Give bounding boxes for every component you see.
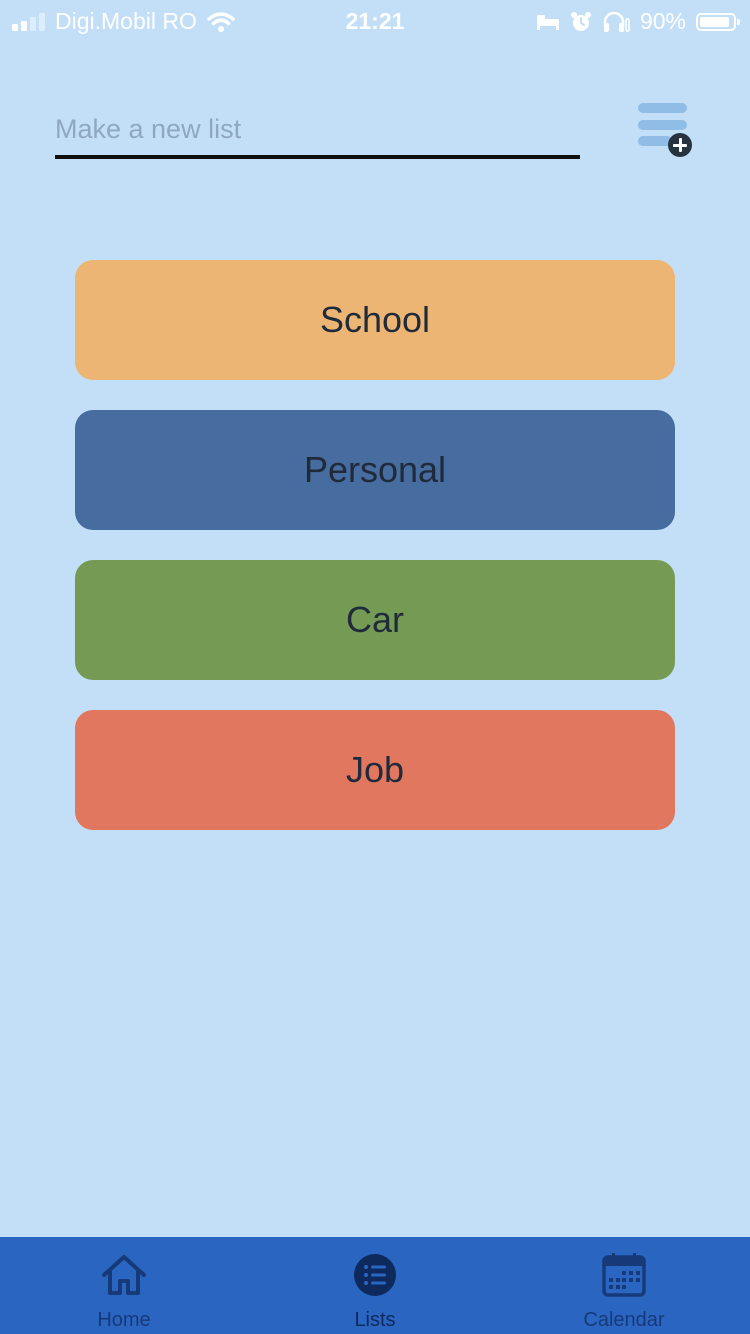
status-right: 90%: [536, 8, 740, 35]
battery-percent: 90%: [639, 8, 686, 34]
tab-lists[interactable]: Lists: [295, 1237, 455, 1334]
list-label: Personal: [303, 449, 447, 490]
bed-icon: [536, 14, 559, 30]
tab-home[interactable]: Home: [44, 1237, 204, 1334]
tab-bar: Home Lists Calendar: [0, 1237, 750, 1334]
tab-calendar[interactable]: Calendar: [544, 1237, 704, 1334]
signal-icon: [12, 12, 45, 31]
list-button-personal[interactable]: Personal: [75, 410, 675, 530]
tab-label: Home: [97, 1309, 151, 1331]
status-time: 21:21: [345, 8, 405, 34]
list-icon: [354, 1254, 396, 1296]
list-button-car[interactable]: Car: [75, 560, 675, 680]
status-bar: Digi.Mobil RO 21:21 90%: [0, 0, 750, 40]
battery-icon: [696, 12, 740, 31]
list-label: Car: [345, 599, 404, 640]
tab-label: Calendar: [583, 1309, 665, 1331]
wifi-icon: [207, 11, 235, 32]
home-icon: [102, 1255, 146, 1295]
add-list-button[interactable]: [630, 98, 700, 162]
status-left: Digi.Mobil RO: [12, 8, 235, 35]
headphones-icon: [603, 11, 630, 32]
new-list-input[interactable]: [55, 103, 580, 159]
list-button-school[interactable]: School: [75, 260, 675, 380]
calendar-icon: [602, 1253, 646, 1297]
battery-level: [700, 16, 729, 27]
list-label: Job: [345, 749, 405, 790]
add-list-icon: [638, 103, 692, 157]
tab-label: Lists: [354, 1309, 396, 1331]
list-button-job[interactable]: Job: [75, 710, 675, 830]
list-label: School: [319, 299, 431, 340]
carrier-name: Digi.Mobil RO: [55, 8, 197, 34]
alarm-icon: [570, 11, 591, 31]
